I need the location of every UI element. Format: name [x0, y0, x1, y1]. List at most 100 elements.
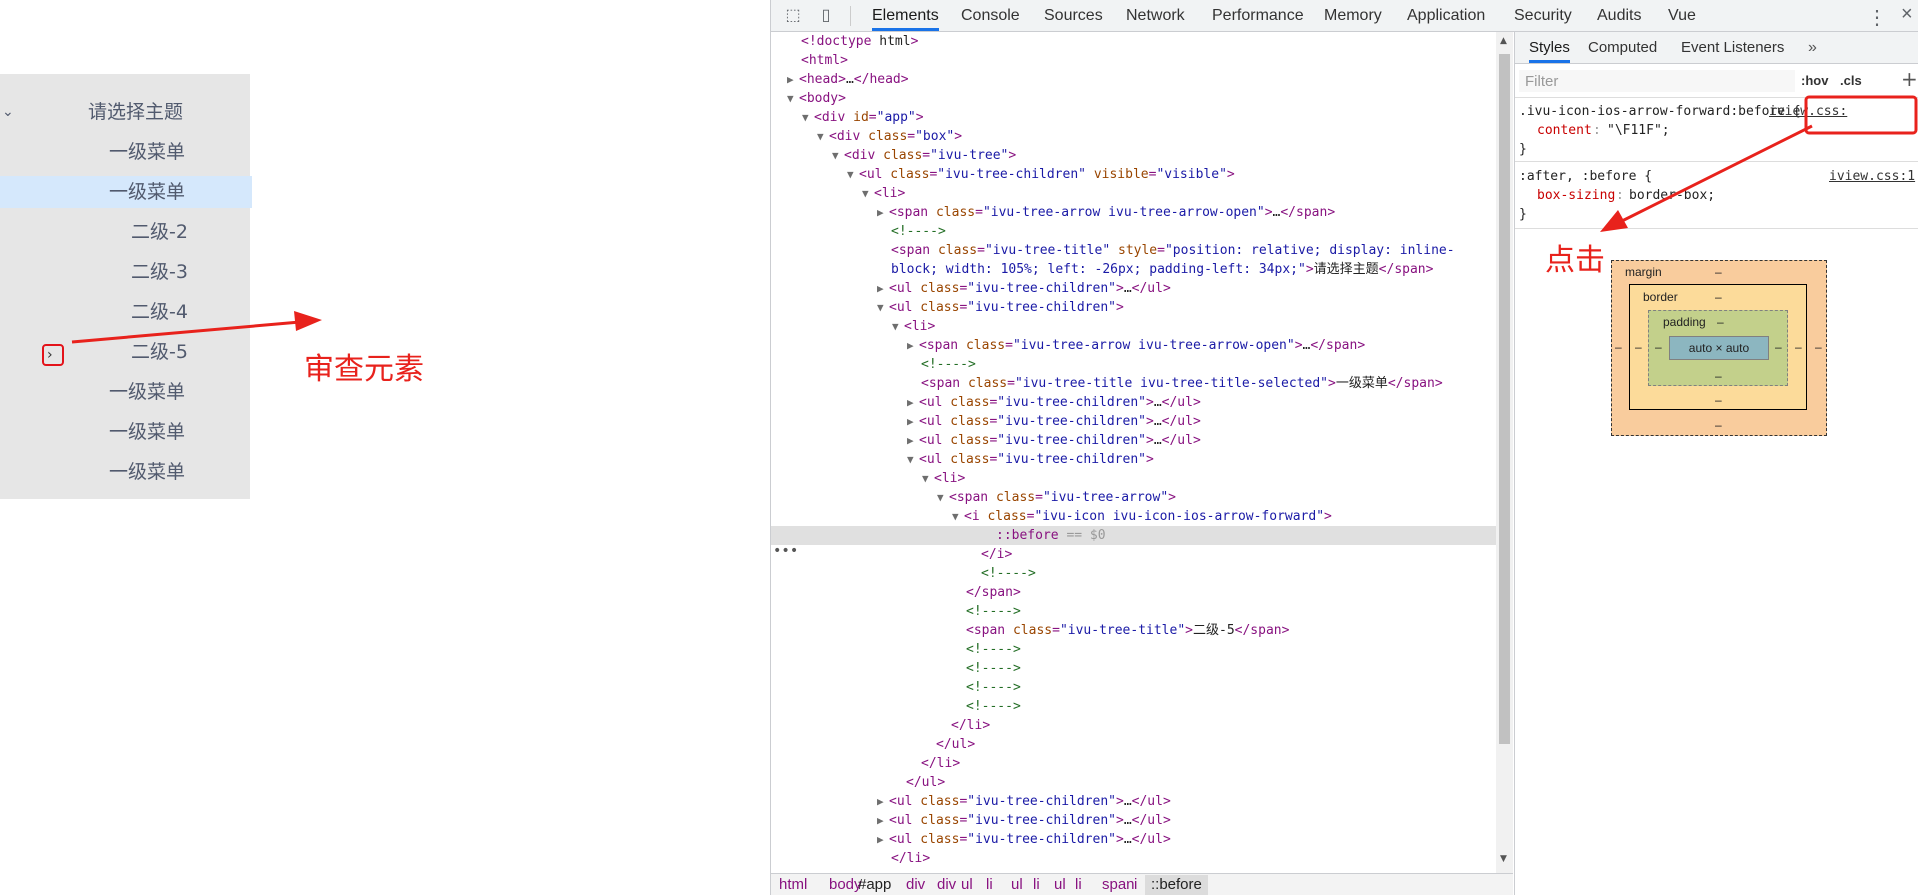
rule-prop-name[interactable]: content	[1537, 121, 1592, 140]
close-icon[interactable]: ×	[1901, 3, 1913, 26]
dom-node-line[interactable]: ▼ <ul class="ivu-tree-children" visible="…	[847, 165, 1235, 184]
dom-node-line[interactable]: ▶ <span class="ivu-tree-arrow ivu-tree-ar…	[907, 336, 1365, 355]
dom-node-line[interactable]: <!---->	[981, 564, 1036, 583]
breadcrumb-item[interactable]: i	[1134, 875, 1137, 895]
dom-node-line[interactable]: </span>	[966, 583, 1021, 602]
dom-node-line[interactable]: ▼ <div class="box">	[817, 127, 962, 146]
caret-down-icon[interactable]: ▼	[802, 108, 814, 127]
breadcrumb-item[interactable]: html	[779, 875, 807, 895]
tree-item[interactable]: 一级菜单	[0, 136, 252, 168]
dom-node-line[interactable]: ▼ <li>	[862, 184, 905, 203]
breadcrumb-item[interactable]: ::before	[1145, 875, 1208, 895]
dom-node-line[interactable]: ▼ <div class="ivu-tree">	[832, 146, 1016, 165]
dom-node-line[interactable]: ▶ <span class="ivu-tree-arrow ivu-tree-ar…	[877, 203, 1335, 222]
breadcrumb-item[interactable]: div	[937, 875, 956, 895]
rule-prop-name[interactable]: box-sizing	[1537, 186, 1615, 205]
tab-memory[interactable]: Memory	[1324, 0, 1382, 31]
caret-down-icon[interactable]: ▼	[937, 488, 949, 507]
add-rule-icon[interactable]: +	[1901, 67, 1918, 91]
tree-item[interactable]: 一级菜单	[0, 376, 252, 408]
dom-node-line[interactable]: <!---->	[966, 678, 1021, 697]
dom-node-line[interactable]: ▼ <span class="ivu-tree-arrow">	[937, 488, 1176, 507]
dom-node-line[interactable]: <!---->	[921, 355, 976, 374]
tab-performance[interactable]: Performance	[1212, 0, 1304, 31]
dom-node-line[interactable]: <!---->	[966, 602, 1021, 621]
box-model-content[interactable]: auto × auto	[1669, 336, 1769, 360]
dom-node-line[interactable]: ▶ <ul class="ivu-tree-children">…</ul>	[877, 279, 1171, 298]
caret-down-icon[interactable]: ▼	[832, 146, 844, 165]
tab-security[interactable]: Security	[1514, 0, 1572, 31]
caret-down-icon[interactable]: ▼	[817, 127, 829, 146]
elements-scrollbar[interactable]: ▲ ▼	[1496, 32, 1513, 873]
tree-item[interactable]: 一级菜单	[0, 416, 252, 448]
breadcrumb-item[interactable]: ul	[1054, 875, 1066, 895]
dom-node-line[interactable]: <span class="ivu-tree-title ivu-tree-tit…	[921, 374, 1443, 393]
inspect-cursor-icon[interactable]: ⬚	[783, 6, 803, 26]
dom-node-line[interactable]: ▶ <ul class="ivu-tree-children">…</ul>	[877, 811, 1171, 830]
hov-button[interactable]: :hov	[1801, 73, 1828, 88]
ellipsis-icon[interactable]: •••	[773, 543, 798, 559]
dom-node-line[interactable]: ▼ <li>	[892, 317, 935, 336]
caret-down-icon[interactable]: ▼	[907, 450, 919, 469]
caret-right-icon[interactable]: ▶	[907, 412, 919, 431]
dom-node-line[interactable]: ▶ <ul class="ivu-tree-children">…</ul>	[877, 792, 1171, 811]
caret-right-icon[interactable]: ▶	[877, 811, 889, 830]
dom-node-line[interactable]: <!---->	[966, 659, 1021, 678]
tree-root-row[interactable]: ⌄ 请选择主题	[0, 96, 252, 128]
dom-node-line[interactable]: </i>	[981, 545, 1012, 564]
caret-down-icon[interactable]: ▼	[847, 165, 859, 184]
dom-node-line[interactable]: <html>	[801, 51, 848, 70]
tree-item[interactable]: 一级菜单	[0, 456, 252, 488]
dom-node-line[interactable]: ▶ <head>…</head>	[787, 70, 909, 89]
scroll-up-icon[interactable]: ▲	[1500, 36, 1507, 46]
rule-source-link[interactable]: iview.css:	[1769, 102, 1847, 121]
dom-node-line[interactable]: </ul>	[906, 773, 945, 792]
caret-right-icon[interactable]: ▶	[787, 70, 799, 89]
caret-down-icon[interactable]: ▼	[877, 298, 889, 317]
rule-prop-value[interactable]: "\F11F";	[1607, 121, 1670, 140]
tree-item[interactable]: 二级-2	[0, 216, 252, 248]
more-options-icon[interactable]: ⋮	[1867, 5, 1887, 30]
caret-right-icon[interactable]: ▶	[877, 792, 889, 811]
arrow-forward-highlight[interactable]: ›	[42, 344, 64, 366]
dom-node-line[interactable]: ▼ <body>	[787, 89, 846, 108]
tree-item-selected[interactable]: 一级菜单	[0, 176, 252, 208]
tab-network[interactable]: Network	[1126, 0, 1185, 31]
caret-right-icon[interactable]: ▶	[907, 431, 919, 450]
dom-node-line[interactable]: ▶ <ul class="ivu-tree-children">…</ul>	[907, 431, 1201, 450]
breadcrumb-item[interactable]: #app	[858, 875, 891, 895]
caret-down-icon[interactable]: ▼	[922, 469, 934, 488]
tab-sources[interactable]: Sources	[1044, 0, 1103, 31]
rule-prop-value[interactable]: border-box;	[1629, 186, 1715, 205]
caret-right-icon[interactable]: ▶	[907, 393, 919, 412]
filter-input[interactable]	[1519, 70, 1795, 92]
chevron-down-icon[interactable]: ⌄	[2, 96, 14, 128]
tree-item[interactable]: 二级-5	[0, 336, 252, 368]
breadcrumb-item[interactable]: body	[829, 875, 862, 895]
dom-node-line[interactable]: ▼ <ul class="ivu-tree-children">	[877, 298, 1124, 317]
dom-node-line[interactable]: </ul>	[936, 735, 975, 754]
tab-application[interactable]: Application	[1407, 0, 1485, 31]
tab-styles[interactable]: Styles	[1529, 32, 1570, 63]
caret-right-icon[interactable]: ▶	[877, 830, 889, 849]
tab-elements[interactable]: Elements	[872, 0, 939, 31]
dom-node-line[interactable]: <span class="ivu-tree-title">二级-5</span>	[966, 621, 1289, 640]
caret-down-icon[interactable]: ▼	[952, 507, 964, 526]
dom-node-line[interactable]: <!---->	[966, 640, 1021, 659]
caret-down-icon[interactable]: ▼	[787, 89, 799, 108]
breadcrumb-item[interactable]: li	[1075, 875, 1082, 895]
rule-source-link[interactable]: iview.css:1	[1829, 167, 1915, 186]
chevron-right-icon[interactable]: ›	[47, 345, 53, 365]
cls-button[interactable]: .cls	[1840, 73, 1862, 88]
dom-node-line[interactable]: ▼ <li>	[922, 469, 965, 488]
dom-node-line[interactable]: <span class="ivu-tree-title" style="posi…	[891, 241, 1486, 279]
dom-node-line[interactable]: </li>	[891, 849, 930, 868]
dom-node-line[interactable]: </li>	[921, 754, 960, 773]
tree-item[interactable]: 二级-4	[0, 296, 252, 328]
tab-computed[interactable]: Computed	[1588, 32, 1657, 63]
dom-node-line[interactable]: <!---->	[966, 697, 1021, 716]
caret-right-icon[interactable]: ▶	[907, 336, 919, 355]
breadcrumb-item[interactable]: li	[1033, 875, 1040, 895]
caret-down-icon[interactable]: ▼	[862, 184, 874, 203]
breadcrumb-item[interactable]: ul	[1011, 875, 1023, 895]
